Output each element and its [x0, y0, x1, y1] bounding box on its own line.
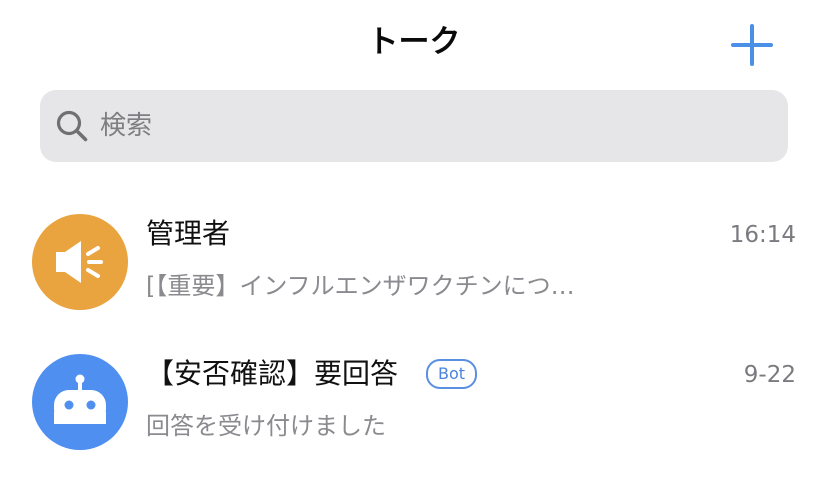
page-title: トーク [367, 24, 461, 60]
chat-preview: 回答を受け付けました [146, 412, 386, 440]
avatar [32, 354, 128, 450]
chat-preview: [【重要】インフルエンザワクチンにつ… [146, 272, 575, 300]
header: トーク [0, 0, 828, 88]
search-bar[interactable] [40, 90, 788, 162]
chat-list: 管理者 16:14 [【重要】インフルエンザワクチンにつ… 【安否確認】要回答 … [0, 190, 828, 470]
chat-time: 9-22 [743, 362, 796, 388]
chat-row-safety-check[interactable]: 【安否確認】要回答 Bot 9-22 回答を受け付けました [0, 330, 828, 470]
megaphone-icon [56, 241, 103, 283]
search-input[interactable] [100, 90, 760, 162]
add-chat-button[interactable] [726, 20, 778, 72]
bot-badge: Bot [426, 359, 478, 389]
chat-name-group: 【安否確認】要回答 Bot [146, 354, 478, 394]
avatar [32, 214, 128, 310]
search-icon [56, 110, 88, 142]
chat-name: 【安否確認】要回答 [146, 357, 399, 390]
plus-icon-vertical [750, 24, 754, 66]
robot-icon [54, 374, 106, 424]
chat-name: 管理者 [146, 217, 231, 250]
chat-time: 16:14 [729, 222, 796, 248]
chat-row-admin[interactable]: 管理者 16:14 [【重要】インフルエンザワクチンにつ… [0, 190, 828, 330]
